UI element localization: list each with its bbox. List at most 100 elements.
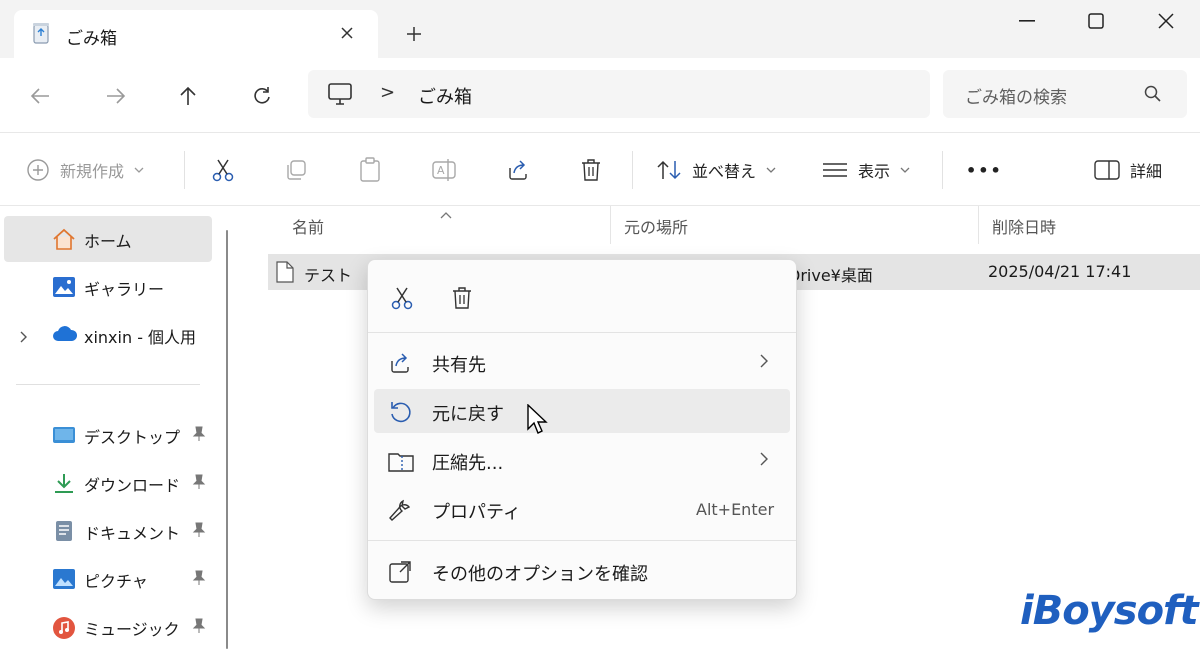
sidebar-label: ピクチャ [84,572,148,591]
menu-item-share[interactable]: 共有先 [374,340,790,384]
pictures-icon [52,568,76,590]
column-header-name[interactable]: 名前 [292,214,324,250]
close-tab-icon[interactable] [334,20,360,46]
search-box[interactable]: ごみ箱の検索 [943,70,1187,118]
sidebar-item-home[interactable]: ホーム [4,216,212,262]
search-placeholder: ごみ箱の検索 [965,88,1067,108]
more-options-button[interactable]: ••• [966,153,1003,187]
divider [942,151,943,189]
rename-button[interactable]: A [432,153,458,187]
list-view-icon [823,163,847,177]
svg-text:A: A [437,164,445,177]
recycle-bin-icon [32,22,50,44]
clipboard-icon [360,157,380,182]
trash-icon [453,287,471,309]
back-button[interactable] [22,78,58,114]
wrench-icon [388,498,412,526]
share-icon [509,160,527,180]
view-label: 表示 [858,162,891,181]
minimize-button[interactable] [1005,6,1049,36]
menu-item-restore[interactable]: 元に戻す [374,389,790,433]
copy-icon [287,160,306,180]
file-name: テスト [304,266,353,285]
sidebar-label: xinxin - 個人用 [84,328,197,347]
sidebar-item-downloads[interactable]: ダウンロード [4,460,212,506]
rename-icon: A [432,159,456,181]
sidebar-item-desktop[interactable]: デスクトップ [4,412,212,458]
sidebar-label: デスクトップ [84,428,181,447]
sidebar-item-music[interactable]: ミュージック [4,604,212,649]
restore-icon [388,400,412,428]
chevron-right-icon [760,353,768,372]
divider [632,151,633,189]
menu-item-more-options[interactable]: その他のオプションを確認 [374,549,790,593]
menu-item-label: プロパティ [432,502,521,523]
document-icon [52,520,76,542]
pin-icon[interactable] [192,618,206,638]
view-button[interactable]: 表示 [822,153,910,187]
watermark-logo: iBoysoft [1020,588,1199,634]
sidebar-scrollbar[interactable] [226,230,228,649]
divider [184,151,185,189]
share-icon [388,351,412,379]
menu-item-shortcut: Alt+Enter [696,500,775,519]
pin-icon[interactable] [192,570,206,590]
refresh-button[interactable] [244,78,280,114]
details-pane-button[interactable]: 詳細 [1094,153,1162,187]
tab-recycle-bin[interactable]: ごみ箱 [14,10,378,58]
sort-label: 並べ替え [692,162,757,181]
sidebar-label: ミュージック [84,620,180,639]
paste-button[interactable] [358,153,382,187]
details-pane-icon [1094,160,1120,180]
sort-indicator-icon [440,204,452,223]
column-header-deleted[interactable]: 削除日時 [992,214,1056,250]
cut-button[interactable] [386,282,418,314]
menu-item-label: 共有先 [432,355,486,376]
sidebar-item-gallery[interactable]: ギャラリー [4,264,212,310]
sidebar-item-pictures[interactable]: ピクチャ [4,556,212,602]
pin-icon[interactable] [192,522,206,542]
column-divider[interactable] [610,206,611,244]
cut-button[interactable] [210,153,236,187]
column-divider[interactable] [978,206,979,244]
delete-button[interactable] [446,282,478,314]
share-button[interactable] [506,153,530,187]
plus-circle-icon [27,159,49,181]
more-label: ••• [966,160,1003,180]
delete-button[interactable] [580,153,602,187]
chevron-right-icon[interactable] [20,328,28,347]
sort-icon [657,160,681,180]
desktop-icon [52,424,76,446]
maximize-button[interactable] [1074,6,1118,36]
copy-button[interactable] [284,153,308,187]
column-header-location[interactable]: 元の場所 [624,214,688,250]
close-window-button[interactable] [1144,6,1188,36]
title-bar: ごみ箱 [0,0,1200,58]
scissors-icon [391,287,413,310]
scissors-icon [212,159,234,182]
pin-icon[interactable] [192,426,206,446]
sidebar-item-onedrive[interactable]: xinxin - 個人用 [4,312,212,358]
address-bar[interactable]: > ごみ箱 [308,70,930,118]
new-tab-button[interactable] [400,20,428,48]
menu-item-label: その他のオプションを確認 [432,564,648,585]
search-icon [1143,84,1163,108]
breadcrumb-separator: > [380,82,396,103]
menu-item-compress[interactable]: 圧縮先... [374,438,790,482]
sidebar-item-documents[interactable]: ドキュメント [4,508,212,554]
tab-label: ごみ箱 [66,29,117,49]
file-icon [276,261,294,287]
menu-item-properties[interactable]: プロパティ Alt+Enter [374,487,790,531]
context-menu: 共有先 元に戻す 圧縮先... プロパティ Alt+Enter その他のオプショ… [367,259,797,600]
menu-item-label: 圧縮先... [432,453,504,474]
command-bar: 新規作成 A 並べ替え 表示 ••• 詳細 [0,132,1200,206]
details-label: 詳細 [1130,162,1163,181]
sidebar-divider [16,384,200,385]
new-button[interactable]: 新規作成 [26,153,144,187]
sort-button[interactable]: 並べ替え [656,153,776,187]
breadcrumb-recycle-bin[interactable]: ごみ箱 [418,83,472,109]
file-deleted-date: 2025/04/21 17:41 [988,262,1132,281]
forward-button[interactable] [98,78,134,114]
up-button[interactable] [170,78,206,114]
pin-icon[interactable] [192,474,206,494]
